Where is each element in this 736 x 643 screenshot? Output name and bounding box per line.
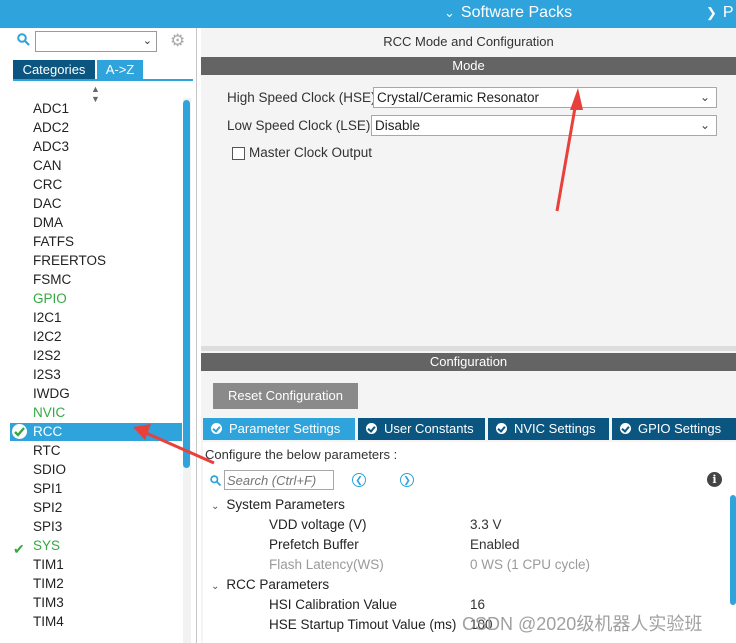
- list-item[interactable]: ADC1: [33, 101, 69, 116]
- hse-select-value: Crystal/Ceramic Resonator: [377, 90, 540, 105]
- search-combo[interactable]: ⌄: [35, 31, 157, 52]
- tab-a-z[interactable]: A->Z: [97, 60, 143, 79]
- list-item[interactable]: FATFS: [33, 234, 74, 249]
- list-item[interactable]: DAC: [33, 196, 62, 211]
- list-item[interactable]: SPI3: [33, 519, 62, 534]
- list-item[interactable]: FSMC: [33, 272, 71, 287]
- param-name: Prefetch Buffer: [269, 537, 359, 552]
- param-name: VDD voltage (V): [269, 517, 367, 532]
- chevron-down-icon: ⌄: [699, 118, 710, 132]
- search-icon[interactable]: [17, 33, 30, 46]
- param-name: HSI Calibration Value: [269, 597, 398, 612]
- param-value: 0 WS (1 CPU cycle): [470, 557, 591, 572]
- sort-icon[interactable]: ▲ ▼: [91, 84, 100, 104]
- list-item[interactable]: I2S3: [33, 367, 61, 382]
- list-item[interactable]: SYS: [33, 538, 60, 553]
- check-icon: [496, 423, 507, 434]
- tab-parameter-settings[interactable]: Parameter Settings: [203, 418, 355, 440]
- check-icon: [12, 424, 27, 439]
- list-item[interactable]: SDIO: [33, 462, 66, 477]
- tab-user-constants[interactable]: User Constants: [358, 418, 485, 440]
- check-icon: [366, 423, 377, 434]
- list-item[interactable]: TIM3: [33, 595, 64, 610]
- list-item[interactable]: SPI1: [33, 481, 62, 496]
- parameter-search-input[interactable]: [224, 470, 334, 490]
- chevron-down-icon: ⌄: [444, 5, 455, 20]
- list-item[interactable]: TIM4: [33, 614, 64, 629]
- list-item[interactable]: CRC: [33, 177, 62, 192]
- next-match-icon[interactable]: ❯: [400, 473, 414, 487]
- previous-match-icon[interactable]: ❮: [352, 473, 366, 487]
- group-rcc-parameters[interactable]: ⌄ RCC Parameters: [211, 577, 329, 592]
- list-item[interactable]: ADC2: [33, 120, 69, 135]
- lse-select[interactable]: Disable ⌄: [371, 115, 717, 136]
- hse-label: High Speed Clock (HSE): [227, 90, 376, 105]
- list-item[interactable]: TIM2: [33, 576, 64, 591]
- splitter[interactable]: [201, 346, 736, 351]
- mco-checkbox[interactable]: [232, 147, 245, 160]
- param-value[interactable]: Enabled: [470, 537, 520, 552]
- hse-select[interactable]: Crystal/Ceramic Resonator ⌄: [373, 87, 717, 108]
- list-item-selected[interactable]: RCC: [10, 423, 182, 441]
- check-icon: [211, 423, 222, 434]
- lse-select-value: Disable: [375, 118, 421, 133]
- list-item[interactable]: SPI2: [33, 500, 62, 515]
- lse-label: Low Speed Clock (LSE): [227, 118, 371, 133]
- chevron-down-icon: ⌄: [699, 90, 710, 104]
- list-item[interactable]: ADC3: [33, 139, 69, 154]
- top-menu-bar: ⌄ Software Packs ❯ P: [0, 0, 736, 28]
- list-item[interactable]: CAN: [33, 158, 62, 173]
- list-item[interactable]: I2C1: [33, 310, 62, 325]
- software-packs-menu[interactable]: ⌄ Software Packs: [444, 4, 572, 22]
- watermark: CSDN @2020级机器人实验班: [462, 614, 703, 634]
- list-item[interactable]: NVIC: [33, 405, 65, 420]
- info-icon[interactable]: i: [707, 472, 722, 487]
- gear-icon[interactable]: ⚙: [170, 32, 188, 50]
- page-title: RCC Mode and Configuration: [383, 34, 554, 49]
- list-item[interactable]: I2C2: [33, 329, 62, 344]
- tab-gpio-settings[interactable]: GPIO Settings: [612, 418, 736, 440]
- configuration-header: Configuration: [201, 353, 736, 371]
- pinout-menu[interactable]: ❯ P: [706, 4, 734, 22]
- check-icon: [620, 423, 631, 434]
- tab-underline: [13, 79, 193, 81]
- scrollbar-thumb[interactable]: [183, 100, 190, 468]
- chevron-down-icon: ⌄: [211, 581, 220, 592]
- param-name: HSE Startup Timout Value (ms): [269, 617, 457, 632]
- list-item[interactable]: FREERTOS: [33, 253, 106, 268]
- chevron-right-icon: ❯: [706, 5, 717, 20]
- group-system-parameters[interactable]: ⌄ System Parameters: [211, 497, 345, 512]
- list-item[interactable]: GPIO: [33, 291, 67, 306]
- reset-configuration-button[interactable]: Reset Configuration: [213, 383, 358, 409]
- configure-instructions: Configure the below parameters :: [205, 447, 398, 462]
- param-name: Flash Latency(WS): [269, 557, 384, 572]
- mco-label: Master Clock Output: [249, 145, 373, 160]
- list-item[interactable]: IWDG: [33, 386, 70, 401]
- check-icon: ✔: [13, 541, 25, 557]
- chevron-down-icon[interactable]: ⌄: [143, 34, 152, 47]
- list-item[interactable]: TIM1: [33, 557, 64, 572]
- list-item[interactable]: RTC: [33, 443, 61, 458]
- tab-categories[interactable]: Categories: [13, 60, 95, 79]
- list-item[interactable]: DMA: [33, 215, 63, 230]
- list-item-label: RCC: [33, 424, 63, 439]
- tab-nvic-settings[interactable]: NVIC Settings: [488, 418, 609, 440]
- chevron-down-icon: ⌄: [211, 501, 220, 512]
- search-icon: [210, 475, 221, 486]
- scrollbar-thumb[interactable]: [730, 495, 736, 605]
- mode-header: Mode: [201, 57, 736, 75]
- list-item[interactable]: I2S2: [33, 348, 61, 363]
- param-value[interactable]: 3.3 V: [470, 517, 502, 532]
- peripheral-panel: [0, 28, 197, 643]
